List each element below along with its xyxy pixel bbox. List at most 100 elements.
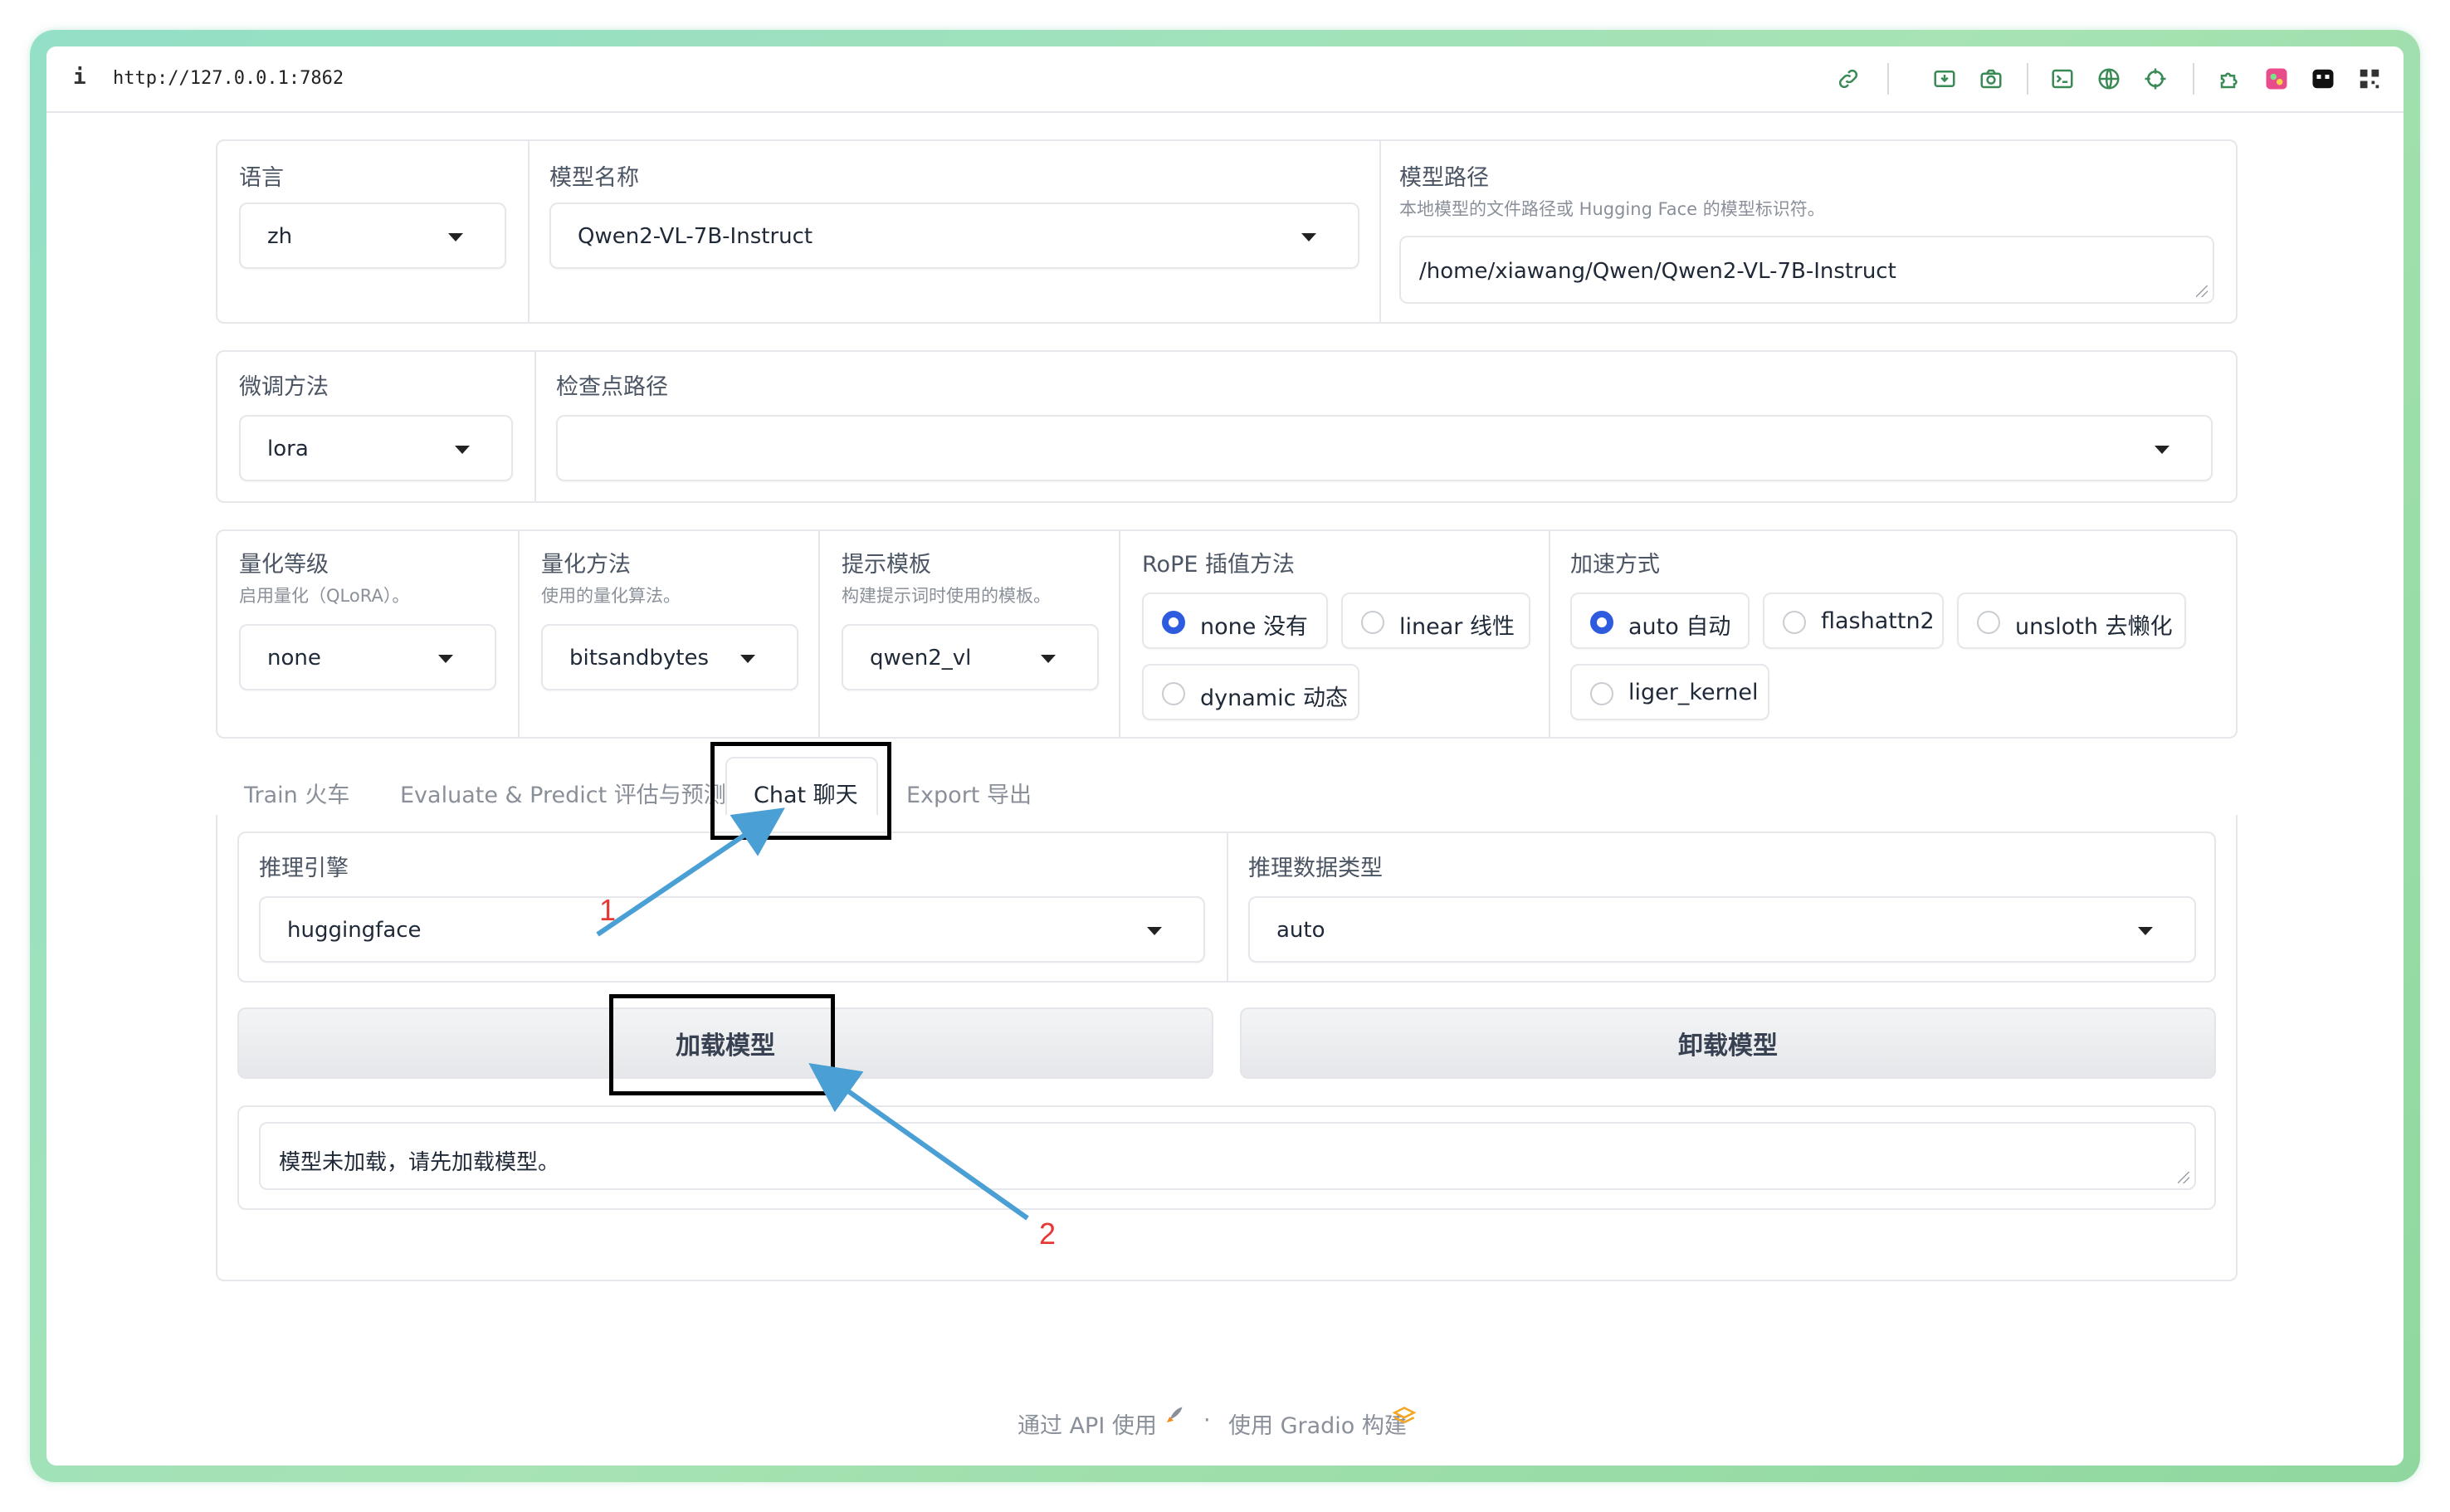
annotation-box-chat-tab: [710, 742, 891, 840]
camera-icon[interactable]: [1977, 65, 2005, 93]
globe-icon[interactable]: [2095, 65, 2123, 93]
model-name-dropdown[interactable]: Qwen2-VL-7B-Instruct: [549, 202, 1359, 269]
annotation-box-load-button: [609, 994, 835, 1095]
rope-option-label: dynamic 动态: [1200, 685, 1349, 711]
infer-backend-dropdown[interactable]: huggingface: [259, 896, 1205, 963]
model-path-cell: 模型路径 本地模型的文件路径或 Hugging Face 的模型标识符。 /ho…: [1379, 141, 2238, 322]
infer-dtype-value: auto: [1276, 918, 1325, 943]
infer-backend-cell: 推理引擎 huggingface: [239, 833, 1227, 981]
rope-option-linear[interactable]: linear 线性: [1341, 593, 1530, 649]
infer-dtype-dropdown[interactable]: auto: [1248, 896, 2196, 963]
resize-handle-icon[interactable]: [2196, 285, 2208, 297]
quant-method-dropdown[interactable]: bitsandbytes: [541, 624, 798, 690]
language-dropdown[interactable]: zh: [239, 202, 506, 269]
radio-unselected-icon: [1783, 611, 1806, 634]
rope-option-label: linear 线性: [1399, 614, 1515, 640]
finetune-method-dropdown[interactable]: lora: [239, 415, 513, 481]
annotation-number-1: 1: [599, 893, 617, 927]
model-path-input[interactable]: /home/xiawang/Qwen/Qwen2-VL-7B-Instruct: [1399, 236, 2214, 304]
crosshair-icon[interactable]: [2141, 65, 2169, 93]
tab-export[interactable]: Export 导出: [906, 777, 1032, 809]
quant-method-hint: 使用的量化算法。: [541, 586, 681, 606]
radio-unselected-icon: [1590, 682, 1613, 705]
link-icon[interactable]: [1834, 65, 1862, 93]
ghost-extension-icon[interactable]: [2309, 65, 2337, 93]
puzzle-icon[interactable]: [2216, 65, 2244, 93]
chevron-down-icon: [1147, 927, 1162, 935]
resize-handle-icon[interactable]: [2178, 1172, 2189, 1183]
booster-option-unsloth[interactable]: unsloth 去懒化: [1957, 593, 2186, 649]
sidebar-toggle-icon[interactable]: [2402, 65, 2404, 93]
radio-unselected-icon: [1977, 611, 2000, 634]
radio-selected-icon: [1162, 611, 1185, 634]
template-value: qwen2_vl: [870, 646, 972, 671]
language-cell: 语言 zh: [217, 141, 528, 322]
quant-bit-hint: 启用量化（QLoRA）。: [239, 586, 410, 606]
info-box-container: 模型未加载，请先加载模型。: [237, 1105, 2216, 1210]
radio-unselected-icon: [1162, 682, 1185, 705]
rope-option-dynamic[interactable]: dynamic 动态: [1142, 664, 1359, 720]
footer-built-with[interactable]: 使用 Gradio 构建: [1228, 1407, 1407, 1440]
unload-model-button[interactable]: 卸载模型: [1240, 1007, 2216, 1079]
infer-dtype-label: 推理数据类型: [1248, 856, 1383, 881]
infer-backend-label: 推理引擎: [259, 856, 349, 881]
rope-label: RoPE 插值方法: [1142, 552, 1295, 578]
toolbar-separator: [2193, 63, 2194, 95]
terminal-icon[interactable]: [2048, 65, 2077, 93]
chevron-down-icon: [455, 446, 470, 454]
chevron-down-icon: [2138, 927, 2153, 935]
checkpoint-dropdown[interactable]: [556, 415, 2213, 481]
checkpoint-cell: 检查点路径: [534, 352, 2238, 501]
booster-option-flashattn2[interactable]: flashattn2: [1763, 593, 1944, 649]
language-value: zh: [267, 224, 293, 249]
infer-settings-row: 推理引擎 huggingface 推理数据类型 auto: [237, 832, 2216, 983]
advanced-settings-row: 量化等级 启用量化（QLoRA）。 none 量化方法 使用的量化算法。 bit…: [216, 529, 2238, 739]
toolbar-separator: [2027, 63, 2028, 95]
infer-backend-value: huggingface: [287, 918, 422, 943]
model-status-box[interactable]: 模型未加载，请先加载模型。: [259, 1122, 2196, 1190]
booster-option-label: flashattn2: [1821, 608, 1935, 634]
qr-code-icon[interactable]: [2355, 65, 2384, 93]
radio-selected-icon: [1590, 611, 1613, 634]
template-cell: 提示模板 构建提示词时使用的模板。 qwen2_vl: [818, 531, 1119, 737]
booster-option-label: auto 自动: [1628, 614, 1731, 640]
download-icon[interactable]: [1930, 65, 1959, 93]
template-hint: 构建提示词时使用的模板。: [842, 586, 1051, 606]
toolbar-separator: [1887, 63, 1889, 95]
booster-label: 加速方式: [1570, 552, 1660, 578]
booster-option-liger-kernel[interactable]: liger_kernel: [1570, 664, 1769, 720]
chevron-down-icon: [1041, 655, 1056, 663]
language-label: 语言: [239, 165, 284, 191]
gradio-logo-icon: [1392, 1406, 1417, 1433]
booster-option-auto[interactable]: auto 自动: [1570, 593, 1750, 649]
url-text[interactable]: http://127.0.0.1:7862: [113, 68, 344, 89]
booster-option-label: unsloth 去懒化: [2015, 614, 2173, 640]
model-name-value: Qwen2-VL-7B-Instruct: [578, 224, 813, 249]
model-settings-row: 语言 zh 模型名称 Qwen2-VL-7B-Instruct 模型路径 本地模…: [216, 139, 2238, 324]
radio-unselected-icon: [1361, 611, 1384, 634]
footer-api-link[interactable]: 通过 API 使用: [1018, 1407, 1157, 1440]
chevron-down-icon: [1301, 233, 1316, 241]
model-path-hint: 本地模型的文件路径或 Hugging Face 的模型标识符。: [1399, 199, 1825, 219]
annotation-number-2: 2: [1039, 1217, 1057, 1251]
rope-option-label: none 没有: [1200, 614, 1308, 640]
booster-option-label: liger_kernel: [1628, 680, 1759, 705]
infer-dtype-cell: 推理数据类型 auto: [1227, 833, 2216, 981]
url-bar: i http://127.0.0.1:7862: [46, 46, 2404, 113]
quant-method-cell: 量化方法 使用的量化算法。 bitsandbytes: [518, 531, 818, 737]
template-dropdown[interactable]: qwen2_vl: [842, 624, 1099, 690]
chevron-down-icon: [2155, 446, 2169, 454]
model-name-cell: 模型名称 Qwen2-VL-7B-Instruct: [528, 141, 1379, 322]
tab-train[interactable]: Train 火车: [244, 777, 349, 809]
extension-colorful-icon[interactable]: [2262, 65, 2291, 93]
quant-bit-dropdown[interactable]: none: [239, 624, 496, 690]
quant-bit-cell: 量化等级 启用量化（QLoRA）。 none: [217, 531, 518, 737]
quant-method-label: 量化方法: [541, 552, 631, 578]
footer-separator: ·: [1203, 1407, 1211, 1433]
rope-cell: RoPE 插值方法 none 没有 linear 线性 dynamic 动态: [1119, 531, 1549, 737]
quant-bit-value: none: [267, 646, 321, 671]
finetune-settings-row: 微调方法 lora 检查点路径: [216, 350, 2238, 503]
info-icon[interactable]: i: [73, 65, 86, 90]
tab-evaluate-predict[interactable]: Evaluate & Predict 评估与预测: [400, 777, 726, 809]
rope-option-none[interactable]: none 没有: [1142, 593, 1328, 649]
